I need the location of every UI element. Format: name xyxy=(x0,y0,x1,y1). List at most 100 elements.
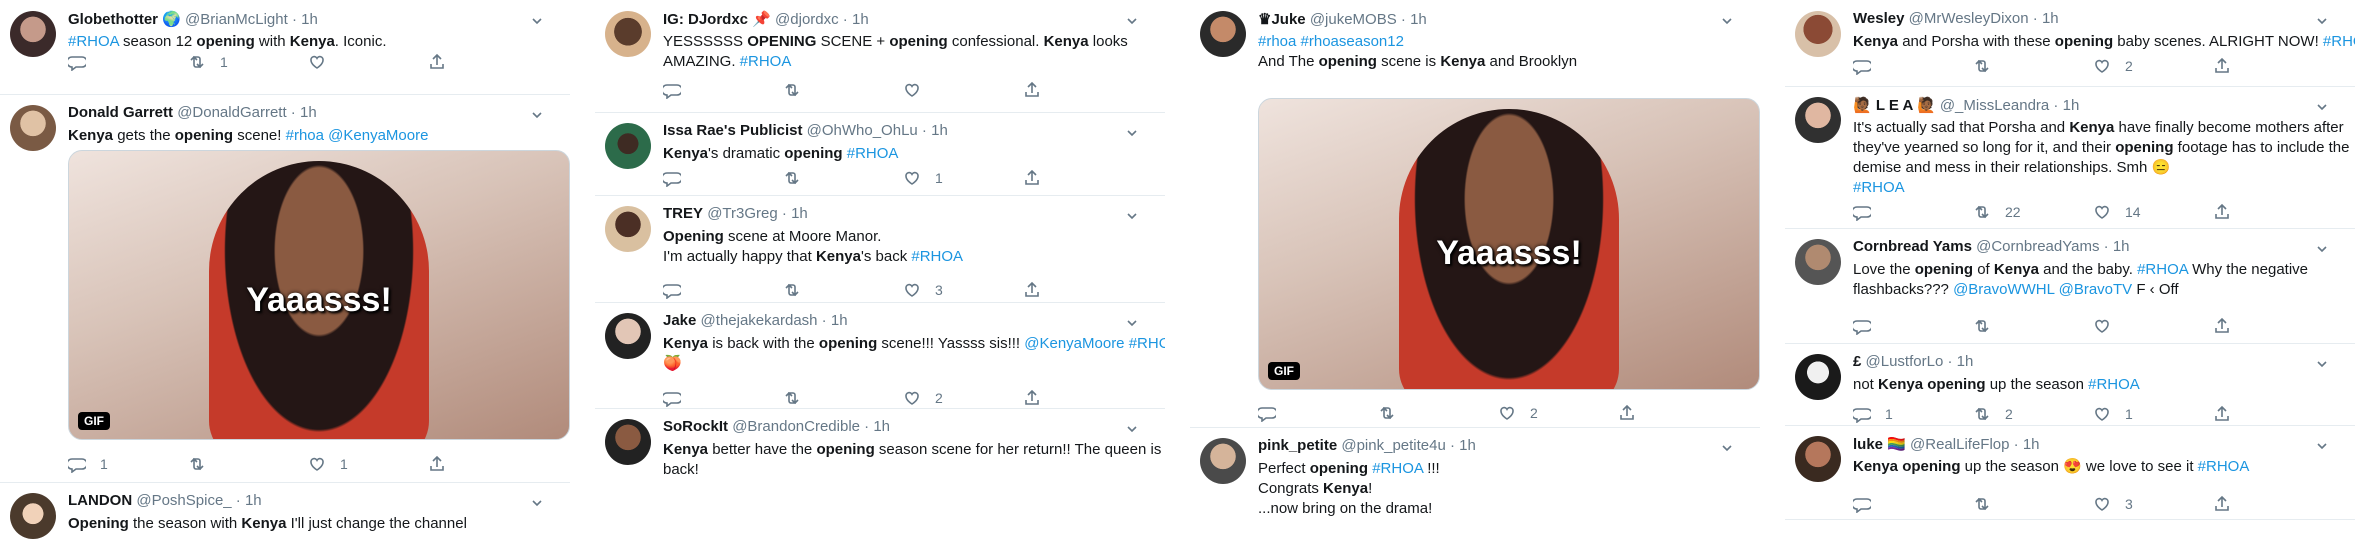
chevron-down-icon[interactable] xyxy=(532,16,542,26)
chevron-down-icon[interactable] xyxy=(1127,424,1137,434)
reply-button[interactable] xyxy=(1853,316,1885,336)
avatar[interactable] xyxy=(605,206,651,252)
share-button[interactable] xyxy=(428,52,446,72)
chevron-down-icon[interactable] xyxy=(2317,16,2327,26)
chevron-down-icon[interactable] xyxy=(1722,443,1732,453)
share-button[interactable] xyxy=(428,454,446,474)
hashtag-link[interactable]: #RHOA xyxy=(1853,179,1905,196)
user-handle[interactable]: @Tr3Greg xyxy=(707,205,778,222)
like-button[interactable]: 2 xyxy=(903,388,943,408)
like-button[interactable]: 1 xyxy=(2093,404,2133,424)
retweet-button[interactable] xyxy=(783,168,815,188)
retweet-button[interactable] xyxy=(783,388,815,408)
reply-button[interactable] xyxy=(68,52,100,72)
hashtag-link[interactable]: #RHOA xyxy=(740,53,792,70)
reply-button[interactable] xyxy=(663,280,695,300)
reply-button[interactable] xyxy=(663,168,695,188)
display-name[interactable]: IG: DJordxc 📌 xyxy=(663,11,771,28)
share-button[interactable] xyxy=(1618,403,1636,423)
tweet[interactable]: Cornbread Yams @CornbreadYams · 1h Love t… xyxy=(1785,228,2355,344)
display-name[interactable]: Issa Rae's Publicist xyxy=(663,122,802,139)
hashtag-link[interactable]: #rhoa xyxy=(286,127,324,144)
retweet-button[interactable] xyxy=(1973,56,2005,76)
tweet[interactable]: IG: DJordxc 📌 @djordxc · 1h YESSSSSS OPEN… xyxy=(595,0,1165,113)
hashtag-link[interactable]: #RHOA xyxy=(1372,460,1423,477)
reply-button[interactable]: 1 xyxy=(68,454,108,474)
share-button[interactable] xyxy=(1023,280,1041,300)
display-name[interactable]: 🙋🏾 L E A 🙋🏾 xyxy=(1853,97,1936,114)
timestamp[interactable]: 1h xyxy=(831,312,848,329)
chevron-down-icon[interactable] xyxy=(2317,244,2327,254)
avatar[interactable] xyxy=(1200,438,1246,484)
chevron-down-icon[interactable] xyxy=(1127,211,1137,221)
timestamp[interactable]: 1h xyxy=(245,492,262,509)
display-name[interactable]: Cornbread Yams xyxy=(1853,238,1972,255)
share-button[interactable] xyxy=(1023,168,1041,188)
avatar[interactable] xyxy=(10,11,56,57)
display-name[interactable]: Donald Garrett xyxy=(68,104,173,121)
avatar[interactable] xyxy=(1795,239,1841,285)
chevron-down-icon[interactable] xyxy=(1127,318,1137,328)
reply-button[interactable] xyxy=(1853,494,1885,514)
user-handle[interactable]: @BrianMcLight xyxy=(185,11,288,28)
hashtag-link[interactable]: #RHOA xyxy=(2323,33,2355,50)
tweet[interactable]: Globethotter 🌍 @BrianMcLight · 1h #RHOA s… xyxy=(0,0,570,95)
share-button[interactable] xyxy=(2213,494,2231,514)
avatar[interactable] xyxy=(1795,436,1841,482)
tweet[interactable]: LANDON @PoshSpice_ · 1h Opening the seaso… xyxy=(0,482,570,549)
hashtag-link[interactable]: #RHOA xyxy=(2137,261,2188,278)
hashtag-link[interactable]: #RHOA xyxy=(2088,376,2140,393)
share-button[interactable] xyxy=(2213,404,2231,424)
share-button[interactable] xyxy=(1023,80,1041,100)
tweet[interactable]: SoRockIt @BrandonCredible · 1h Kenya bett… xyxy=(595,408,1165,549)
display-name[interactable]: SoRockIt xyxy=(663,418,728,435)
tweet[interactable]: 🙋🏾 L E A 🙋🏾 @_MissLeandra · 1h It's actua… xyxy=(1785,86,2355,229)
like-button[interactable]: 2 xyxy=(1498,403,1538,423)
timestamp[interactable]: 1h xyxy=(873,418,890,435)
timestamp[interactable]: 1h xyxy=(1410,11,1427,28)
retweet-button[interactable] xyxy=(1973,316,2005,336)
chevron-down-icon[interactable] xyxy=(2317,102,2327,112)
tweet[interactable]: pink_petite @pink_petite4u · 1h Perfect o… xyxy=(1190,427,1760,549)
reply-button[interactable] xyxy=(1853,202,1885,222)
avatar[interactable] xyxy=(10,105,56,151)
retweet-button[interactable] xyxy=(783,80,815,100)
share-button[interactable] xyxy=(1023,388,1041,408)
gif-media[interactable]: Yaaasss! GIF xyxy=(68,150,570,440)
user-handle[interactable]: @CornbreadYams xyxy=(1976,238,2099,255)
display-name[interactable]: ♛Juke xyxy=(1258,11,1306,28)
hashtag-link[interactable]: #RHOA xyxy=(911,248,963,265)
user-handle[interactable]: @DonaldGarrett xyxy=(177,104,286,121)
display-name[interactable]: LANDON xyxy=(68,492,132,509)
like-button[interactable] xyxy=(308,52,340,72)
timestamp[interactable]: 1h xyxy=(931,122,948,139)
like-button[interactable]: 3 xyxy=(903,280,943,300)
reply-button[interactable]: 1 xyxy=(1853,404,1893,424)
tweet[interactable]: £ @LustforLo · 1h not Kenya opening up th… xyxy=(1785,343,2355,426)
like-button[interactable]: 2 xyxy=(2093,56,2133,76)
timestamp[interactable]: 1h xyxy=(2042,10,2059,27)
avatar[interactable] xyxy=(1795,11,1841,57)
share-button[interactable] xyxy=(2213,202,2231,222)
tweet[interactable]: luke 🏳️‍🌈 @RealLifeFlop · 1h Kenya openin… xyxy=(1785,425,2355,520)
timestamp[interactable]: 1h xyxy=(1459,437,1476,454)
tweet[interactable]: Jake @thejakekardash · 1h Kenya is back w… xyxy=(595,302,1165,409)
user-handle[interactable]: @OhWho_OhLu xyxy=(807,122,918,139)
avatar[interactable] xyxy=(10,493,56,539)
display-name[interactable]: £ xyxy=(1853,353,1861,370)
timestamp[interactable]: 1h xyxy=(852,11,869,28)
gif-media[interactable]: Yaaasss! GIF xyxy=(1258,98,1760,390)
display-name[interactable]: pink_petite xyxy=(1258,437,1337,454)
retweet-button[interactable] xyxy=(1973,494,2005,514)
display-name[interactable]: Jake xyxy=(663,312,696,329)
retweet-button[interactable]: 2 xyxy=(1973,404,2013,424)
display-name[interactable]: luke 🏳️‍🌈 xyxy=(1853,436,1906,453)
retweet-button[interactable] xyxy=(783,280,815,300)
timestamp[interactable]: 1h xyxy=(300,104,317,121)
timestamp[interactable]: 1h xyxy=(1957,353,1974,370)
retweet-button[interactable]: 22 xyxy=(1973,202,2021,222)
chevron-down-icon[interactable] xyxy=(1127,16,1137,26)
hashtag-link[interactable]: #rhoa #rhoaseason12 xyxy=(1258,33,1404,50)
tweet[interactable]: Wesley @MrWesleyDixon · 1h Kenya and Pors… xyxy=(1785,0,2355,87)
reply-button[interactable] xyxy=(1258,403,1290,423)
